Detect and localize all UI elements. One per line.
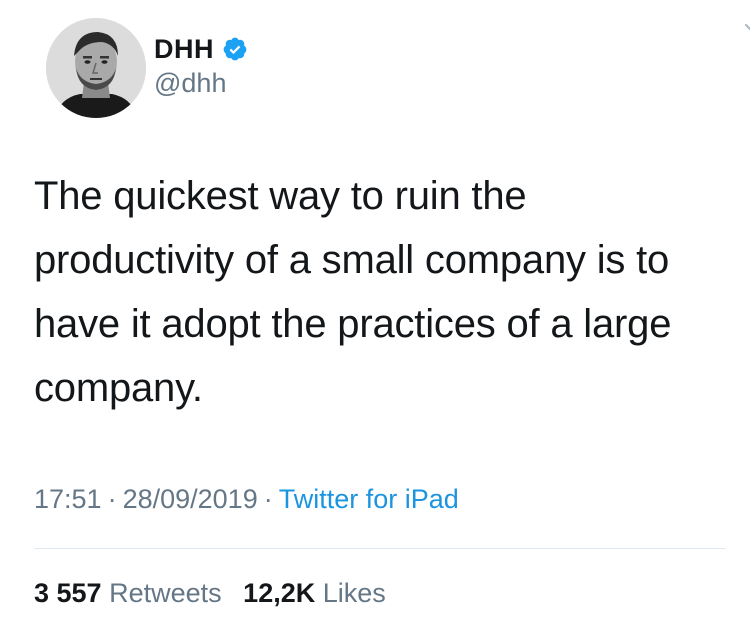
meta-separator: · (263, 484, 273, 514)
display-name[interactable]: DHH (154, 34, 214, 65)
tweet-source-link[interactable]: Twitter for iPad (279, 484, 459, 514)
handle[interactable]: @dhh (154, 68, 248, 99)
retweets-stat[interactable]: 3 557 Retweets (34, 578, 222, 609)
likes-stat[interactable]: 12,2K Likes (243, 578, 386, 609)
retweets-label: Retweets (109, 578, 222, 608)
avatar[interactable] (46, 18, 146, 118)
likes-count: 12,2K (243, 578, 316, 608)
likes-label: Likes (322, 578, 386, 608)
tweet-stats: 3 557 Retweets 12,2K Likes (34, 578, 386, 609)
author-names: DHH @dhh (154, 32, 248, 99)
divider (34, 548, 726, 549)
profile-photo-icon (46, 18, 146, 118)
verified-badge-icon (223, 37, 247, 61)
meta-separator: · (107, 484, 117, 514)
tweet-time[interactable]: 17:51 (34, 484, 102, 514)
tweet-card: DHH @dhh The quickest way to ruin the pr… (0, 0, 750, 633)
display-name-row: DHH (154, 32, 248, 66)
chevron-down-icon[interactable] (744, 22, 750, 40)
tweet-text: The quickest way to ruin the productivit… (34, 174, 672, 410)
tweet-date[interactable]: 28/09/2019 (123, 484, 258, 514)
tweet-meta: 17:51 · 28/09/2019 · Twitter for iPad (34, 484, 459, 515)
retweets-count: 3 557 (34, 578, 102, 608)
tweet-header: DHH @dhh (46, 18, 750, 118)
